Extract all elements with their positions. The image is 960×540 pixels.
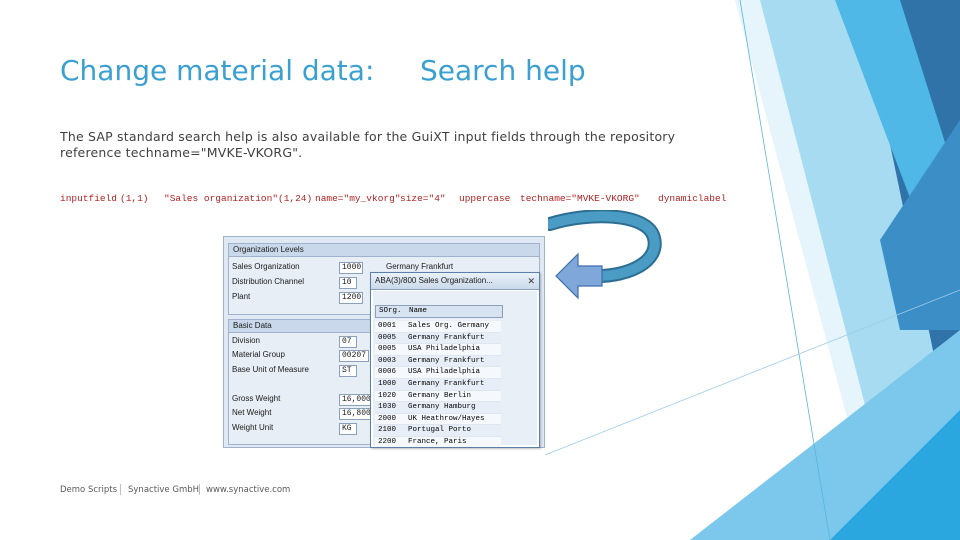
division-input[interactable]: 07 (339, 336, 357, 348)
list-item[interactable]: 1030 Germany Hamburg (375, 402, 501, 414)
code-dynamiclabel: dynamiclabel (658, 193, 727, 204)
sales-org-input[interactable]: 1000 (339, 262, 363, 274)
result-list: 0001 Sales Org. Germany 0005 Germany Frank… (375, 321, 501, 447)
list-item[interactable]: 0001 Sales Org. Germany (375, 321, 501, 333)
code-uppercase: uppercase (459, 193, 511, 204)
field-label: Base Unit of Measure (232, 365, 309, 374)
list-item[interactable]: 2200 France, Paris (375, 436, 501, 447)
base-unit-input[interactable]: ST (339, 365, 357, 377)
slide-title: Change material data: (60, 54, 375, 87)
group-title: Organization Levels (229, 244, 539, 257)
popup-title: ABA(3)/800 Sales Organization... (375, 276, 493, 285)
net-weight-input[interactable]: 16,800 (339, 408, 371, 420)
code-keyword: inputfield (60, 193, 118, 204)
distribution-channel-input[interactable]: 10 (339, 277, 357, 289)
code-techname: techname="MVKE-VKORG" (520, 193, 640, 204)
code-name: name="my_vkorg" (315, 193, 401, 204)
plant-input[interactable]: 1200 (339, 292, 363, 304)
footer-divider (199, 484, 200, 495)
code-pos2: (1,24) (278, 193, 313, 204)
footer-divider (120, 484, 121, 495)
weight-unit-input[interactable]: KG (339, 423, 357, 435)
list-item[interactable]: 0005 Germany Frankfurt (375, 332, 501, 345)
material-group-input[interactable]: 00207 (339, 350, 369, 362)
list-item[interactable]: 2000 UK Heathrow/Hayes (375, 413, 501, 426)
popup-body: SOrg. Name 0001 Sales Org. Germany 0005 Ge… (373, 291, 537, 447)
field-label: Weight Unit (232, 423, 274, 432)
code-pos1: (1,1) (120, 193, 149, 204)
list-item[interactable]: 1020 Germany Berlin (375, 390, 501, 403)
footer-right[interactable]: www.synactive.com (206, 485, 290, 495)
close-icon[interactable]: ✕ (527, 273, 535, 289)
list-item[interactable]: 2100 Portugal Porto (375, 425, 501, 437)
column-header-sorg[interactable]: SOrg. (379, 306, 402, 317)
search-help-popup: ABA(3)/800 Sales Organization... ✕ SOrg.… (370, 272, 540, 448)
field-label: Material Group (232, 350, 285, 359)
field-label: Sales Organization (232, 262, 300, 271)
field-label: Net Weight (232, 408, 272, 417)
gross-weight-input[interactable]: 16,000 (339, 394, 371, 406)
code-label: "Sales organization" (164, 193, 279, 204)
footer-left: Demo Scripts (60, 485, 118, 495)
slide-subtitle: Search help (420, 54, 586, 87)
list-item[interactable]: 0006 USA Philadelphia (375, 367, 501, 379)
popup-titlebar: ABA(3)/800 Sales Organization... ✕ (371, 273, 539, 290)
field-label: Gross Weight (232, 394, 281, 403)
curved-arrow-icon (548, 210, 662, 300)
field-label: Plant (232, 292, 251, 301)
column-header: SOrg. Name (375, 305, 503, 318)
sales-org-text: Germany Frankfurt (386, 262, 454, 271)
column-header-name[interactable]: Name (409, 306, 427, 317)
list-item[interactable]: 1000 Germany Frankfurt (375, 378, 501, 391)
code-size: size="4" (400, 193, 446, 204)
slide-body-text: The SAP standard search help is also ava… (60, 129, 676, 160)
list-item[interactable]: 0003 Germany Frankfurt (375, 355, 501, 368)
footer-middle: Synactive GmbH (128, 485, 200, 495)
list-item[interactable]: 0005 USA Philadelphia (375, 344, 501, 356)
field-label: Division (232, 336, 261, 345)
field-label: Distribution Channel (232, 277, 305, 286)
